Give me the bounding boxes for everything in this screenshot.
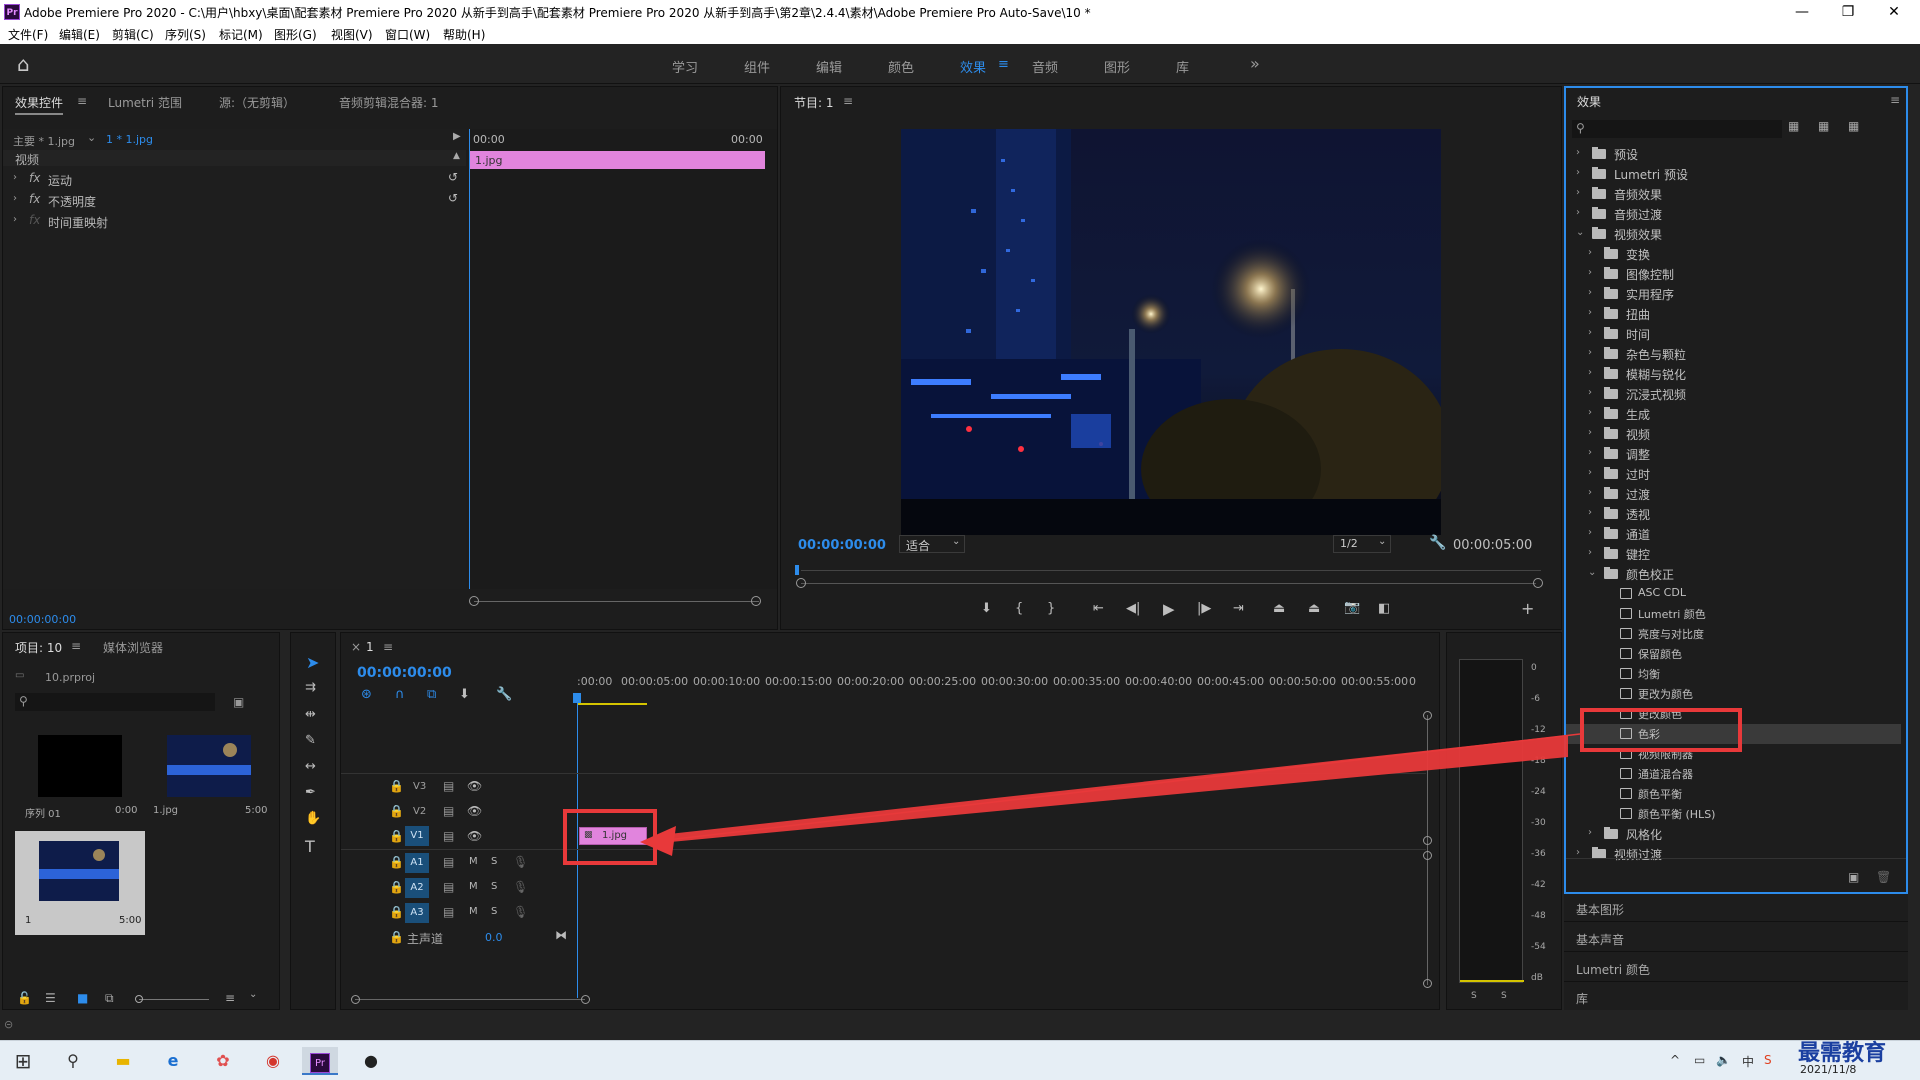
ime-indicator[interactable]: 中 xyxy=(1742,1053,1754,1070)
network-icon[interactable]: ▭ xyxy=(1694,1053,1705,1067)
search-icon[interactable]: ⚲ xyxy=(56,1047,90,1075)
premiere-taskbar-icon[interactable]: Pr xyxy=(302,1047,338,1075)
tray-chevron-icon[interactable]: ^ xyxy=(1670,1053,1680,1067)
windows-taskbar: ⊞ ⚲ ▬ e ✿ ◉ Pr ● ^ ▭ 🔈 中 S 2021/11/8 最需教… xyxy=(0,1040,1920,1080)
edge-browser-icon[interactable]: e xyxy=(156,1047,190,1075)
premiere-glyph: Pr xyxy=(310,1053,330,1073)
media-app-icon[interactable]: ● xyxy=(354,1047,388,1075)
file-explorer-icon[interactable]: ▬ xyxy=(106,1047,140,1075)
annotation-arrow xyxy=(640,733,1581,856)
paint-app-icon[interactable]: ✿ xyxy=(206,1047,240,1075)
volume-icon[interactable]: 🔈 xyxy=(1716,1053,1731,1067)
watermark-text: 最需教育 xyxy=(1798,1040,1887,1066)
chrome-icon[interactable]: ◉ xyxy=(256,1047,290,1075)
windows-start-icon[interactable]: ⊞ xyxy=(6,1047,40,1075)
sogou-icon[interactable]: S xyxy=(1764,1053,1772,1067)
